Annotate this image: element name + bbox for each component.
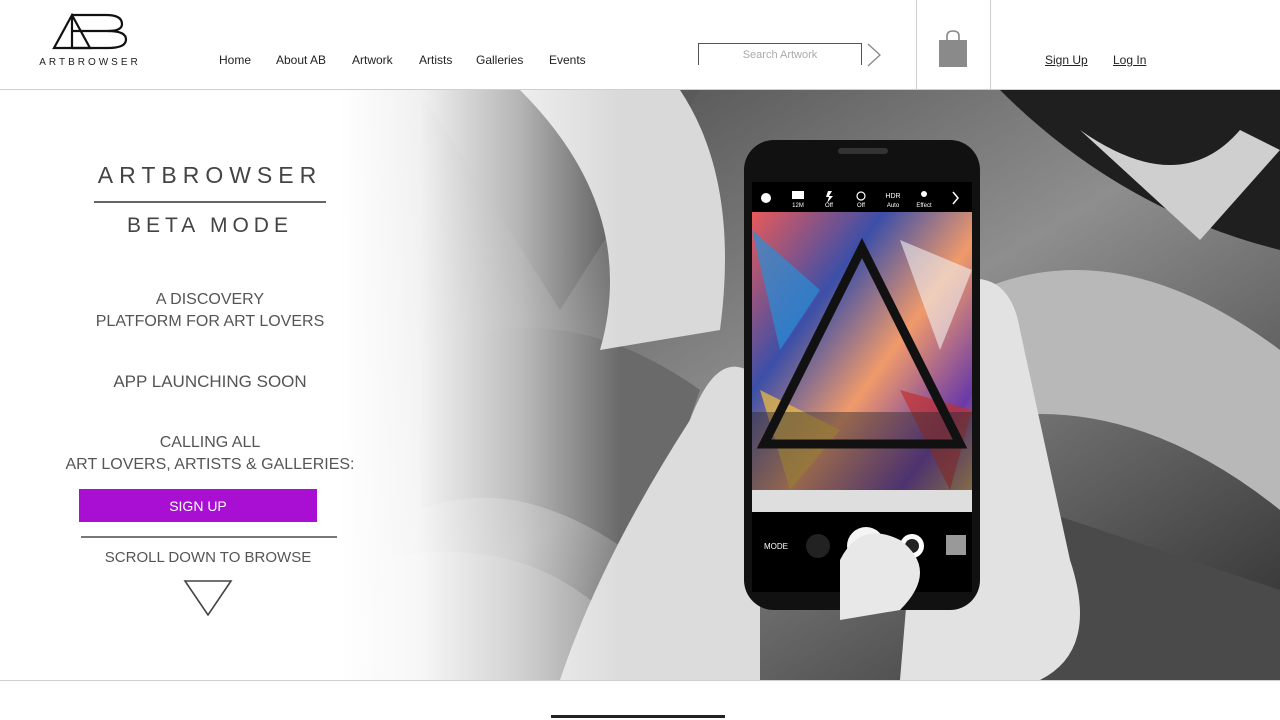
logo-wordmark: ARTBROWSER bbox=[39, 57, 141, 68]
hero-tagline: A DISCOVERY PLATFORM FOR ART LOVERS bbox=[60, 289, 360, 333]
launch-text: APP LAUNCHING SOON bbox=[113, 372, 307, 391]
scroll-down-button[interactable] bbox=[183, 579, 233, 619]
search-submit-button[interactable] bbox=[866, 43, 882, 67]
tagline-line: PLATFORM FOR ART LOVERS bbox=[95, 313, 325, 330]
scroll-divider bbox=[81, 536, 337, 538]
search-input[interactable] bbox=[699, 44, 861, 65]
calling-line: CALLING ALL bbox=[159, 434, 261, 451]
title-divider bbox=[94, 201, 326, 203]
nav-item-artwork[interactable]: Artwork bbox=[352, 53, 393, 67]
hero-subtitle: BETA MODE bbox=[127, 214, 293, 237]
nav-item-about[interactable]: About AB bbox=[276, 53, 326, 67]
ab-monogram-icon bbox=[52, 12, 128, 50]
site-logo[interactable]: ARTBROWSER bbox=[38, 12, 142, 72]
hero-title: ARTBROWSER bbox=[97, 162, 323, 188]
nav-item-home[interactable]: Home bbox=[219, 53, 251, 67]
login-link[interactable]: Log In bbox=[1113, 53, 1146, 67]
calling-text: CALLING ALL ART LOVERS, ARTISTS & GALLER… bbox=[60, 432, 360, 476]
triangle-down-icon bbox=[183, 580, 233, 617]
hero-signup-button[interactable]: SIGN UP bbox=[79, 489, 317, 522]
search-field bbox=[698, 43, 862, 65]
header-divider bbox=[916, 0, 917, 89]
nav-item-galleries[interactable]: Galleries bbox=[476, 53, 523, 67]
hero-intro-panel: ARTBROWSER BETA MODE A DISCOVERY PLATFOR… bbox=[0, 90, 420, 680]
cart-button[interactable] bbox=[938, 30, 968, 68]
section-divider bbox=[0, 680, 1280, 681]
signup-link[interactable]: Sign Up bbox=[1045, 53, 1088, 67]
shopping-bag-icon bbox=[939, 30, 967, 67]
calling-line: ART LOVERS, ARTISTS & GALLERIES: bbox=[65, 456, 355, 473]
nav-item-artists[interactable]: Artists bbox=[419, 53, 452, 67]
header-divider bbox=[990, 0, 991, 89]
section-indicator bbox=[551, 715, 725, 718]
scroll-hint: SCROLL DOWN TO BROWSE bbox=[104, 549, 312, 566]
tagline-line: A DISCOVERY bbox=[155, 291, 265, 308]
hero-section: 12M Off Off HDR Auto Effect MODE ARTBROW… bbox=[0, 90, 1280, 680]
site-header: ARTBROWSER Home About AB Artwork Artists… bbox=[0, 0, 1280, 90]
chevron-right-icon bbox=[867, 43, 881, 67]
nav-item-events[interactable]: Events bbox=[549, 53, 586, 67]
